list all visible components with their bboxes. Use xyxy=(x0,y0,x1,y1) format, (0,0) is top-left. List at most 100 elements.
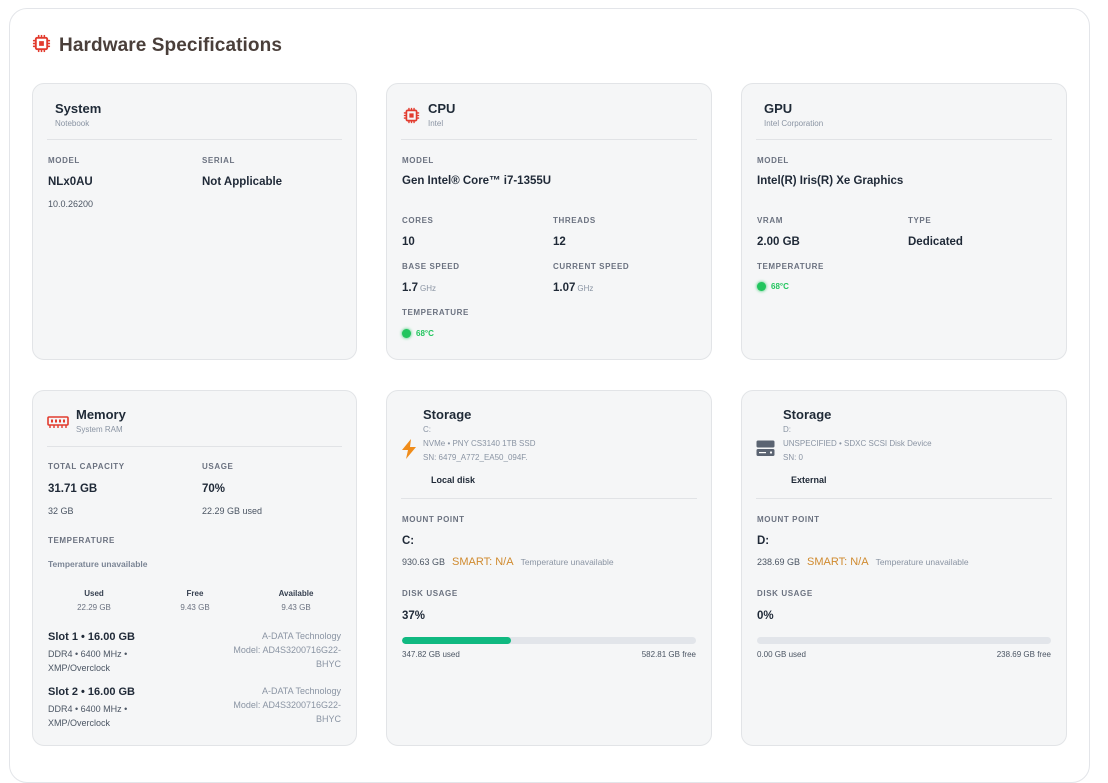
storage-d-header: Storage D: UNSPECIFIED • SDXC SCSI Disk … xyxy=(756,391,1052,499)
memory-temp-text: Temperature unavailable xyxy=(48,559,148,569)
storage-c-mount-value: C: xyxy=(402,535,415,547)
cpu-temp-indicator: 68°C xyxy=(402,329,434,338)
lightning-bolt-icon xyxy=(401,439,417,464)
gpu-type-value: Dedicated xyxy=(908,236,963,248)
storage-c-mount-label: MOUNT POINT xyxy=(402,515,465,524)
hard-drive-icon xyxy=(756,440,775,462)
cpu-current-speed-value: 1.07 GHz xyxy=(553,282,593,294)
memory-temp-label: TEMPERATURE xyxy=(48,536,115,545)
cpu-cores-label: CORES xyxy=(402,216,434,225)
cpu-threads-value: 12 xyxy=(553,236,566,248)
slot-model-line2: BHYC xyxy=(315,659,341,669)
storage-d-free: 238.69 GB free xyxy=(996,650,1051,659)
cpu-temp-label: TEMPERATURE xyxy=(402,308,469,317)
slot-vendor: A-DATA Technology xyxy=(261,686,341,696)
storage-c-drive: C: xyxy=(423,425,431,434)
memory-stat-free-value: 9.43 GB xyxy=(180,603,210,612)
memory-stat-available-label: Available xyxy=(278,589,314,598)
storage-d-used: 0.00 GB used xyxy=(757,650,806,659)
storage-c-smart: SMART: N/A xyxy=(452,556,514,568)
cpu-current-speed-label: CURRENT SPEED xyxy=(553,262,630,271)
storage-c-usage-label: DISK USAGE xyxy=(402,589,458,598)
system-model-label: MODEL xyxy=(48,156,80,165)
cpu-threads-label: THREADS xyxy=(553,216,596,225)
cpu-base-speed-value: 1.7 GHz xyxy=(402,282,436,294)
cpu-temp-value: 68°C xyxy=(416,329,434,338)
page-title-text: Hardware Specifications xyxy=(59,35,282,56)
slot-model-line1: Model: AD4S3200716G22- xyxy=(233,645,341,655)
gpu-temp-label: TEMPERATURE xyxy=(757,262,824,271)
gpu-model-value: Intel(R) Iris(R) Xe Graphics xyxy=(757,175,904,187)
storage-c-title: Storage xyxy=(423,407,472,422)
storage-d-smart: SMART: N/A xyxy=(807,556,869,568)
system-subtitle: Notebook xyxy=(55,119,90,128)
cpu-current-speed-unit: GHz xyxy=(577,284,594,293)
storage-c-header: Storage C: NVMe • PNY CS3140 1TB SSD SN:… xyxy=(401,391,697,499)
gpu-temp-indicator: 68°C xyxy=(757,282,789,291)
storage-d-usage-label: DISK USAGE xyxy=(757,589,813,598)
memory-card-header: Memory System RAM xyxy=(47,391,342,447)
cpu-model-value: Gen Intel® Core™ i7-1355U xyxy=(402,175,552,187)
storage-c-size: 930.63 GB xyxy=(402,557,446,567)
memory-stat-used-label: Used xyxy=(84,589,104,598)
memory-title: Memory xyxy=(76,407,126,422)
gpu-vram-label: VRAM xyxy=(757,216,783,225)
memory-usage-sub: 22.29 GB used xyxy=(202,506,263,516)
slot-vendor: A-DATA Technology xyxy=(261,631,341,641)
system-serial-label: SERIAL xyxy=(202,156,235,165)
storage-c-progress-fill xyxy=(402,637,511,644)
memory-usage-label: USAGE xyxy=(202,462,234,471)
cpu-base-speed-label: BASE SPEED xyxy=(402,262,460,271)
storage-c-card: Storage C: NVMe • PNY CS3140 1TB SSD SN:… xyxy=(386,390,712,746)
slot-spec-line2: XMP/Overclock xyxy=(48,718,111,728)
storage-d-drive: D: xyxy=(783,425,791,434)
storage-d-mount-value: D: xyxy=(757,535,770,547)
gpu-type-label: TYPE xyxy=(908,216,932,225)
memory-stat-used-value: 22.29 GB xyxy=(77,603,111,612)
status-dot-icon xyxy=(757,282,766,291)
cpu-cores-value: 10 xyxy=(402,236,415,248)
storage-d-progress xyxy=(757,637,1051,644)
storage-c-temp: Temperature unavailable xyxy=(520,557,614,567)
storage-c-used: 347.82 GB used xyxy=(402,650,460,659)
storage-d-model: UNSPECIFIED • SDXC SCSI Disk Device xyxy=(783,439,932,448)
gpu-title: GPU xyxy=(764,101,793,116)
slot-spec-line2: XMP/Overclock xyxy=(48,663,111,673)
storage-c-kind: Local disk xyxy=(431,475,476,485)
gpu-subtitle: Intel Corporation xyxy=(764,119,824,128)
memory-subtitle: System RAM xyxy=(76,425,123,434)
storage-d-info-row: 238.69 GB SMART: N/A Temperature unavail… xyxy=(757,556,969,568)
slot-model-line1: Model: AD4S3200716G22- xyxy=(233,700,341,710)
system-card: System Notebook MODEL NLx0AU 10.0.26200 … xyxy=(32,83,357,360)
system-version: 10.0.26200 xyxy=(48,199,94,209)
cpu-base-speed-unit: GHz xyxy=(420,284,436,293)
storage-d-card: Storage D: UNSPECIFIED • SDXC SCSI Disk … xyxy=(741,390,1067,746)
gpu-vram-value: 2.00 GB xyxy=(757,236,800,248)
storage-d-temp: Temperature unavailable xyxy=(875,557,969,567)
gpu-temp-value: 68°C xyxy=(771,282,789,291)
system-card-header: System Notebook xyxy=(47,84,342,140)
storage-c-info-row: 930.63 GB SMART: N/A Temperature unavail… xyxy=(402,556,614,568)
cpu-subtitle: Intel xyxy=(428,119,444,128)
slot-spec-line1: DDR4 • 6400 MHz • xyxy=(48,649,128,659)
storage-c-serial: SN: 6479_A772_EA50_094F. xyxy=(423,453,528,462)
storage-d-serial: SN: 0 xyxy=(783,453,804,462)
system-serial-value: Not Applicable xyxy=(202,176,283,188)
cpu-card-header: CPU Intel xyxy=(401,84,697,140)
chip-icon xyxy=(32,34,51,58)
memory-stat-free-label: Free xyxy=(186,589,204,598)
slot-title: Slot 2 • 16.00 GB xyxy=(48,686,135,698)
storage-c-usage-value: 37% xyxy=(402,610,426,622)
storage-d-mount-label: MOUNT POINT xyxy=(757,515,820,524)
cpu-model-label: MODEL xyxy=(402,156,434,165)
storage-d-usage-value: 0% xyxy=(757,610,774,622)
cpu-title: CPU xyxy=(428,101,456,116)
memory-capacity-label: TOTAL CAPACITY xyxy=(48,462,125,471)
slot-title: Slot 1 • 16.00 GB xyxy=(48,631,135,643)
system-model-value: NLx0AU xyxy=(48,176,93,188)
slot-model-line2: BHYC xyxy=(315,714,341,724)
slot-spec-line1: DDR4 • 6400 MHz • xyxy=(48,704,128,714)
ram-icon xyxy=(47,415,69,434)
storage-d-kind: External xyxy=(791,475,827,485)
cpu-base-speed-number: 1.7 xyxy=(402,282,418,294)
